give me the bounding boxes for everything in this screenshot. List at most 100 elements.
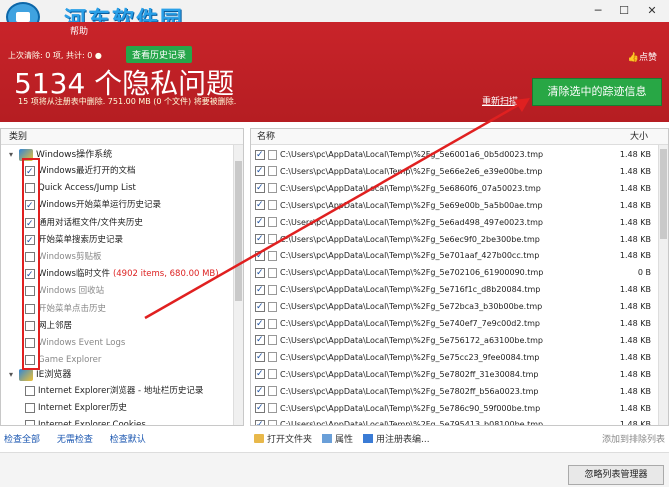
file-checkbox[interactable] bbox=[255, 283, 265, 298]
file-icon bbox=[268, 217, 277, 228]
file-icon bbox=[268, 200, 277, 211]
view-history-button[interactable]: 查看历史记录 bbox=[126, 46, 193, 63]
clear-selected-button[interactable]: 清除选中的踪迹信息 bbox=[532, 78, 662, 106]
file-row[interactable]: C:\Users\pc\AppData\Local\Temp\%2Fg_5e75… bbox=[255, 350, 655, 365]
file-size: 1.48 KB bbox=[619, 302, 651, 312]
file-icon bbox=[268, 352, 277, 363]
summary-line: 15 项将从注册表中删除. 751.00 MB (0 个文件) 将要被删除. bbox=[18, 97, 237, 106]
file-row[interactable]: C:\Users\pc\AppData\Local\Temp\%2Fg_5e6e… bbox=[255, 232, 655, 247]
file-row[interactable]: C:\Users\pc\AppData\Local\Temp\%2Fg_5e66… bbox=[255, 164, 655, 179]
title-bar: 河东软件园 ─ ☐ ✕ bbox=[0, 0, 669, 33]
file-checkbox[interactable] bbox=[255, 350, 265, 365]
file-checkbox[interactable] bbox=[255, 317, 265, 332]
item-checkbox[interactable] bbox=[25, 403, 35, 414]
file-checkbox[interactable] bbox=[255, 367, 265, 382]
category-item[interactable]: Windows开始菜单运行历史记录 bbox=[25, 197, 161, 214]
scroll-thumb[interactable] bbox=[660, 149, 667, 239]
file-checkbox[interactable] bbox=[255, 164, 265, 179]
file-row[interactable]: C:\Users\pc\AppData\Local\Temp\%2Fg_5e78… bbox=[255, 384, 655, 399]
file-checkbox[interactable] bbox=[255, 266, 265, 281]
col-size-header[interactable]: 大小 bbox=[630, 129, 648, 145]
file-size: 1.48 KB bbox=[619, 386, 651, 396]
file-row[interactable]: C:\Users\pc\AppData\Local\Temp\%2Fg_5e70… bbox=[255, 265, 655, 281]
file-checkbox[interactable] bbox=[255, 215, 265, 230]
check-default-link[interactable]: 检查默认 bbox=[110, 435, 146, 445]
file-name: C:\Users\pc\AppData\Local\Temp\%2Fg_5e78… bbox=[280, 369, 539, 379]
file-icon bbox=[268, 183, 277, 194]
item-label: Windows临时文件 bbox=[38, 269, 110, 280]
item-checkbox[interactable] bbox=[25, 420, 35, 425]
category-item[interactable]: Windows最近打开的文档 bbox=[25, 163, 135, 180]
thumbs-up-icon: 👍 bbox=[627, 53, 639, 63]
category-item[interactable]: Windows临时文件(4902 items, 680.00 MB) bbox=[25, 266, 219, 283]
file-checkbox[interactable] bbox=[255, 232, 265, 247]
file-name: C:\Users\pc\AppData\Local\Temp\%2Fg_5e68… bbox=[280, 183, 541, 193]
file-row[interactable]: C:\Users\pc\AppData\Local\Temp\%2Fg_5e70… bbox=[255, 248, 655, 264]
category-item[interactable]: Internet Explorer历史 bbox=[25, 400, 127, 416]
header-band: 帮助 上次清除: 0 项, 共计: 0 ● 查看历史记录 👍点赞 5134 个隐… bbox=[0, 22, 669, 122]
rescan-link[interactable]: 重新扫描 bbox=[482, 94, 518, 107]
file-row[interactable]: C:\Users\pc\AppData\Local\Temp\%2Fg_5e72… bbox=[255, 299, 655, 315]
properties-button[interactable]: 属性 bbox=[322, 432, 353, 445]
add-exclude-link[interactable]: 添加到排除列表 bbox=[602, 432, 665, 445]
file-checkbox[interactable] bbox=[255, 181, 265, 196]
scroll-thumb[interactable] bbox=[235, 161, 242, 301]
minimize-button[interactable]: ─ bbox=[590, 3, 606, 19]
file-row[interactable]: C:\Users\pc\AppData\Local\Temp\%2Fg_5e79… bbox=[255, 417, 655, 426]
file-checkbox[interactable] bbox=[255, 148, 265, 163]
item-label: Windows 回收站 bbox=[38, 286, 105, 297]
file-name: C:\Users\pc\AppData\Local\Temp\%2Fg_5e79… bbox=[280, 420, 544, 426]
collapse-icon[interactable]: ▾ bbox=[9, 367, 19, 383]
category-label: Windows操作系统 bbox=[36, 150, 113, 160]
category-item[interactable]: Windows Event Logs bbox=[25, 335, 125, 351]
file-checkbox[interactable] bbox=[255, 300, 265, 315]
category-item[interactable]: Internet Explorer浏览器 - 地址栏历史记录 bbox=[25, 383, 203, 399]
file-row[interactable]: C:\Users\pc\AppData\Local\Temp\%2Fg_5e75… bbox=[255, 333, 655, 348]
file-row[interactable]: C:\Users\pc\AppData\Local\Temp\%2Fg_5e74… bbox=[255, 316, 655, 332]
file-size: 1.48 KB bbox=[619, 420, 651, 426]
category-item[interactable]: 通用对话框文件/文件夹历史 bbox=[25, 215, 143, 232]
file-name: C:\Users\pc\AppData\Local\Temp\%2Fg_5e78… bbox=[280, 403, 541, 413]
file-name: C:\Users\pc\AppData\Local\Temp\%2Fg_5e60… bbox=[280, 150, 544, 159]
file-checkbox[interactable] bbox=[255, 384, 265, 399]
ignore-list-manager-button[interactable]: 忽略列表管理器 bbox=[568, 465, 664, 485]
collapse-icon[interactable]: ▾ bbox=[9, 147, 19, 163]
open-regedit-button[interactable]: 用注册表编... bbox=[363, 432, 430, 445]
file-row[interactable]: C:\Users\pc\AppData\Local\Temp\%2Fg_5e71… bbox=[255, 282, 655, 298]
category-label: IE浏览器 bbox=[36, 370, 72, 380]
file-checkbox[interactable] bbox=[255, 333, 265, 348]
last-clean-info: 上次清除: 0 项, 共计: 0 ● bbox=[8, 51, 102, 60]
file-row[interactable]: C:\Users\pc\AppData\Local\Temp\%2Fg_5e78… bbox=[255, 367, 655, 382]
file-icon bbox=[268, 386, 277, 397]
file-row[interactable]: C:\Users\pc\AppData\Local\Temp\%2Fg_5e6a… bbox=[255, 215, 655, 230]
file-checkbox[interactable] bbox=[255, 418, 265, 425]
item-checkbox[interactable] bbox=[25, 386, 35, 396]
file-checkbox[interactable] bbox=[255, 401, 265, 416]
footer-bar: 忽略列表管理器 bbox=[0, 452, 669, 487]
file-row[interactable]: C:\Users\pc\AppData\Local\Temp\%2Fg_5e78… bbox=[255, 401, 655, 416]
file-row[interactable]: C:\Users\pc\AppData\Local\Temp\%2Fg_5e69… bbox=[255, 198, 655, 213]
menu-help[interactable]: 帮助 bbox=[70, 27, 88, 37]
file-icon bbox=[268, 234, 277, 244]
maximize-button[interactable]: ☐ bbox=[616, 3, 632, 19]
items-scrollbar[interactable] bbox=[658, 145, 668, 425]
like-button[interactable]: 👍点赞 bbox=[628, 50, 657, 63]
col-name-header[interactable]: 名称 bbox=[257, 129, 275, 145]
file-row[interactable]: C:\Users\pc\AppData\Local\Temp\%2Fg_5e68… bbox=[255, 181, 655, 196]
file-name: C:\Users\pc\AppData\Local\Temp\%2Fg_5e74… bbox=[280, 319, 540, 328]
category-ie[interactable]: ▾ IE浏览器 bbox=[9, 367, 71, 383]
category-scrollbar[interactable] bbox=[233, 145, 243, 425]
file-name: C:\Users\pc\AppData\Local\Temp\%2Fg_5e75… bbox=[280, 335, 543, 345]
check-all-link[interactable]: 检查全部 bbox=[4, 435, 40, 445]
file-checkbox[interactable] bbox=[255, 249, 265, 264]
file-checkbox[interactable] bbox=[255, 198, 265, 213]
close-button[interactable]: ✕ bbox=[644, 3, 660, 19]
file-size: 1.48 KB bbox=[619, 352, 651, 362]
file-name: C:\Users\pc\AppData\Local\Temp\%2Fg_5e6a… bbox=[280, 217, 543, 227]
open-folder-button[interactable]: 打开文件夹 bbox=[254, 432, 312, 445]
category-item[interactable]: Internet Explorer Cookies bbox=[25, 417, 146, 425]
item-actions: 打开文件夹 属性 用注册表编... bbox=[254, 432, 440, 445]
file-row[interactable]: C:\Users\pc\AppData\Local\Temp\%2Fg_5e60… bbox=[255, 147, 655, 163]
category-item[interactable]: Quick Access/Jump List bbox=[25, 180, 136, 196]
check-none-link[interactable]: 无需检查 bbox=[57, 435, 93, 445]
